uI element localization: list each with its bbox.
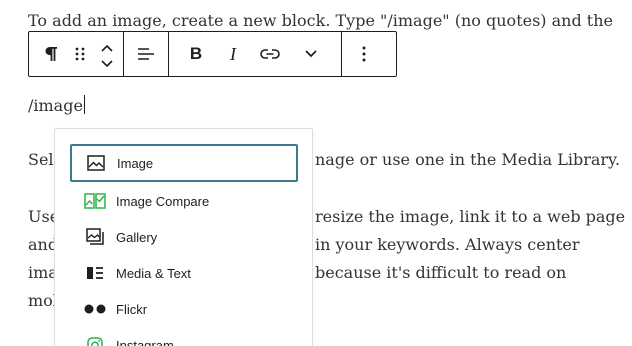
paragraph-text-line[interactable]: To add an image, create a new block. Typ… (28, 11, 613, 31)
paragraph-fragment-right: because it's difficult to read on (315, 263, 567, 282)
align-left-icon (137, 47, 155, 61)
align-button[interactable] (128, 32, 164, 76)
italic-button[interactable]: I (215, 32, 251, 76)
gallery-icon (84, 226, 106, 248)
block-inserter-popover: Image Image Compare Gallery Media & Text… (54, 128, 313, 346)
options-group (342, 32, 386, 76)
inserter-item-image-compare[interactable]: Image Compare (70, 183, 298, 219)
paragraph-fragment-right: resize the image, link it to a web page (315, 207, 626, 226)
inserter-item-label: Image (117, 155, 154, 171)
media-text-icon (84, 262, 106, 284)
drag-handle-icon (75, 46, 85, 62)
inserter-item-label: Flickr (116, 301, 148, 317)
inserter-item-label: Media & Text (116, 265, 191, 281)
text-caret (83, 95, 85, 114)
formatting-group: B I (169, 32, 342, 76)
paragraph-fragment-right: in your keywords. Always center (315, 235, 580, 254)
more-vertical-icon (362, 46, 366, 62)
block-toolbar: B I (28, 31, 397, 77)
paragraph-fragment-right: nage or use one in the Media Library. (315, 150, 621, 169)
chevron-down-icon (101, 53, 113, 72)
inserter-item-flickr[interactable]: Flickr (70, 291, 298, 327)
image-icon (85, 152, 107, 174)
bold-button[interactable]: B (177, 32, 215, 76)
block-switcher-group (29, 32, 124, 76)
move-down-button[interactable] (95, 54, 119, 70)
inserter-item-media-text[interactable]: Media & Text (70, 255, 298, 291)
slash-command-block[interactable]: /image (28, 95, 85, 116)
link-button[interactable] (251, 32, 289, 76)
slash-command-text: /image (28, 96, 83, 115)
block-type-button[interactable] (35, 32, 67, 76)
bold-label: B (189, 44, 203, 63)
paragraph-icon (44, 46, 58, 62)
flickr-icon (84, 298, 106, 320)
inserter-item-label: Gallery (116, 229, 158, 245)
inserter-item-instagram[interactable]: Instagram (70, 327, 298, 346)
block-options-button[interactable] (348, 32, 380, 76)
inserter-item-label: Image Compare (116, 193, 210, 209)
drag-handle-button[interactable] (67, 32, 93, 76)
italic-label: I (230, 43, 236, 64)
chevron-down-icon (305, 50, 317, 58)
image-compare-icon (84, 190, 106, 212)
link-icon (260, 48, 280, 60)
inserter-item-label: Instagram (116, 337, 174, 346)
inserter-item-gallery[interactable]: Gallery (70, 219, 298, 255)
block-mover (93, 32, 121, 76)
alignment-group (124, 32, 169, 76)
instagram-icon (84, 334, 106, 346)
more-rich-text-button[interactable] (289, 32, 333, 76)
inserter-item-image[interactable]: Image (70, 144, 298, 182)
